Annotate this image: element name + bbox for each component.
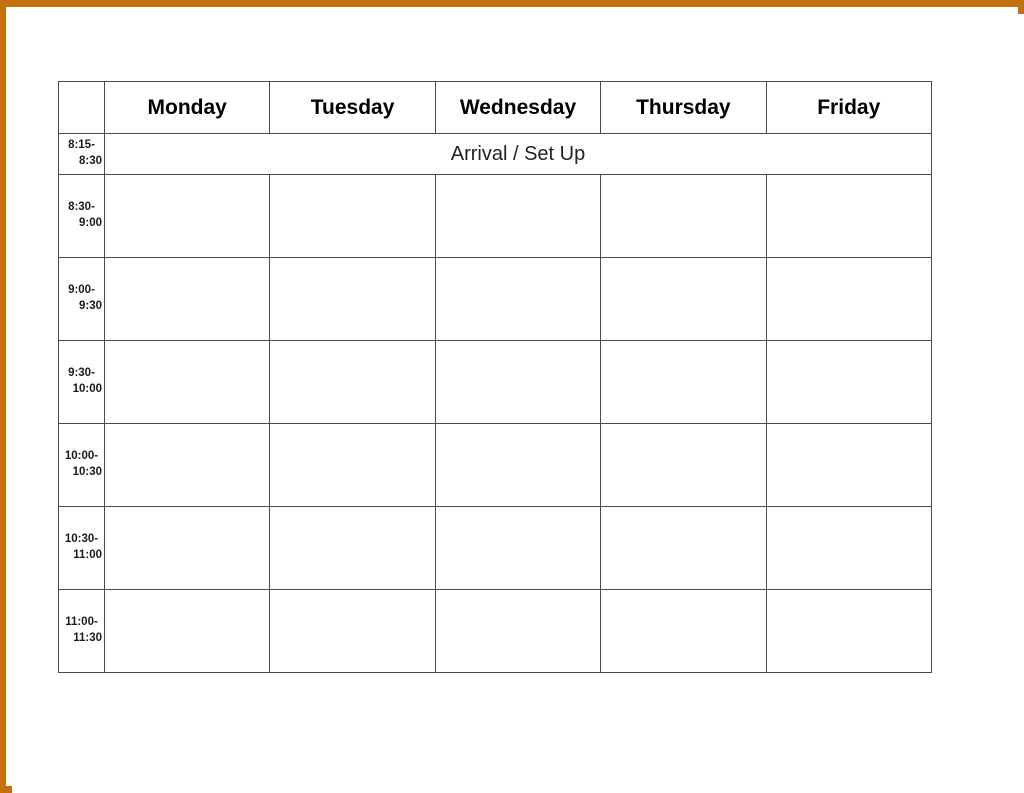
slot-thursday[interactable]	[600, 340, 767, 424]
time-label-8-30-9-00: 8:30- 9:00	[58, 174, 105, 258]
slot-tuesday[interactable]	[269, 506, 436, 590]
slot-monday[interactable]	[103, 174, 271, 258]
slot-monday[interactable]	[103, 589, 271, 673]
time-label-9-00-9-30: 9:00- 9:30	[58, 257, 105, 341]
orange-page-border: Monday Tuesday Wednesday Thursday Friday…	[0, 0, 1024, 793]
time-end: 8:30	[78, 155, 102, 167]
time-start: 8:30-	[68, 201, 95, 214]
time-end: 9:00	[78, 217, 102, 229]
table-row: 10:30- 11:00	[58, 506, 932, 590]
slot-wednesday[interactable]	[434, 589, 602, 673]
slot-monday[interactable]	[103, 423, 271, 507]
arrival-set-up-cell[interactable]: Arrival / Set Up	[104, 133, 932, 175]
slot-friday[interactable]	[765, 340, 932, 424]
table-row: 8:30- 9:00	[58, 174, 932, 258]
time-end: 9:30	[78, 300, 102, 312]
time-end: 10:00	[72, 383, 102, 395]
time-start: 10:00-	[64, 450, 99, 463]
slot-monday[interactable]	[103, 340, 271, 424]
document-sheet: Monday Tuesday Wednesday Thursday Friday…	[12, 14, 1024, 793]
table-row: 9:30- 10:00	[58, 340, 932, 424]
slot-friday[interactable]	[765, 589, 932, 673]
table-row-arrival: 8:15- 8:30 Arrival / Set Up	[58, 133, 932, 175]
slot-thursday[interactable]	[600, 589, 767, 673]
day-header-monday: Monday	[103, 81, 271, 134]
time-label-10-30-11-00: 10:30- 11:00	[58, 506, 105, 590]
slot-friday[interactable]	[765, 257, 932, 341]
time-label-9-30-10-00: 9:30- 10:00	[58, 340, 105, 424]
slot-tuesday[interactable]	[269, 174, 436, 258]
time-start: 11:00-	[65, 616, 98, 629]
day-header-friday: Friday	[765, 81, 932, 134]
table-row: 10:00- 10:30	[58, 423, 932, 507]
table-row: 11:00- 11:30	[58, 589, 932, 673]
slot-tuesday[interactable]	[269, 589, 436, 673]
time-start: 8:15-	[68, 139, 95, 152]
time-label-10-00-10-30: 10:00- 10:30	[58, 423, 105, 507]
slot-friday[interactable]	[765, 423, 932, 507]
slot-wednesday[interactable]	[434, 506, 602, 590]
time-end: 11:00	[73, 549, 102, 561]
slot-thursday[interactable]	[600, 423, 767, 507]
weekly-schedule-table: Monday Tuesday Wednesday Thursday Friday…	[58, 81, 932, 673]
time-start: 9:00-	[68, 284, 95, 297]
table-row: 9:00- 9:30	[58, 257, 932, 341]
slot-tuesday[interactable]	[269, 340, 436, 424]
slot-wednesday[interactable]	[434, 423, 602, 507]
slot-monday[interactable]	[103, 506, 271, 590]
day-header-thursday: Thursday	[600, 81, 767, 134]
slot-wednesday[interactable]	[434, 174, 602, 258]
day-header-wednesday: Wednesday	[434, 81, 602, 134]
slot-friday[interactable]	[765, 174, 932, 258]
slot-monday[interactable]	[103, 257, 271, 341]
slot-tuesday[interactable]	[269, 257, 436, 341]
slot-thursday[interactable]	[600, 174, 767, 258]
slot-wednesday[interactable]	[434, 340, 602, 424]
time-label-8-15-8-30: 8:15- 8:30	[58, 133, 105, 175]
time-end: 11:30	[73, 632, 102, 644]
time-label-11-00-11-30: 11:00- 11:30	[58, 589, 105, 673]
time-start: 10:30-	[64, 533, 99, 546]
slot-tuesday[interactable]	[269, 423, 436, 507]
slot-wednesday[interactable]	[434, 257, 602, 341]
slot-thursday[interactable]	[600, 506, 767, 590]
day-header-tuesday: Tuesday	[269, 81, 436, 134]
slot-thursday[interactable]	[600, 257, 767, 341]
slot-friday[interactable]	[765, 506, 932, 590]
time-start: 9:30-	[68, 367, 95, 380]
table-header-row: Monday Tuesday Wednesday Thursday Friday	[58, 81, 932, 134]
time-end: 10:30	[72, 466, 102, 478]
corner-cell	[58, 81, 105, 134]
